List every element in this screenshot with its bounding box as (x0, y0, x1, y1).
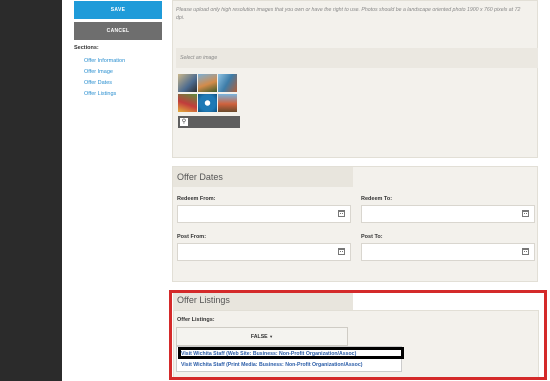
annotation-box (169, 290, 547, 380)
gallery-thumb[interactable] (218, 74, 237, 92)
post-from-label: Post From: (177, 234, 207, 240)
post-to-input[interactable] (361, 243, 535, 261)
zoom-icon[interactable]: ⚲ (180, 118, 188, 126)
sidebar-item-offer-dates[interactable]: Offer Dates (84, 80, 112, 86)
redeem-to-input[interactable] (361, 205, 535, 223)
sections-title: Sections: (74, 45, 99, 51)
sidebar-item-offer-information[interactable]: Offer Information (84, 58, 125, 64)
gallery-thumb[interactable] (178, 74, 197, 92)
offer-dates-heading: Offer Dates (173, 167, 353, 187)
redeem-from-label: Redeem From: (177, 196, 216, 202)
calendar-icon[interactable] (522, 210, 529, 217)
gallery-thumb[interactable] (198, 94, 217, 112)
redeem-to-label: Redeem To: (361, 196, 393, 202)
left-nav-strip (0, 0, 62, 381)
redeem-from-input[interactable] (177, 205, 351, 223)
calendar-icon[interactable] (522, 248, 529, 255)
gallery-thumb[interactable] (178, 94, 197, 112)
calendar-icon[interactable] (338, 210, 345, 217)
save-button[interactable]: SAVE (74, 1, 162, 19)
gallery-toolbar: ⚲ (178, 116, 240, 128)
select-image-bar[interactable]: Select an image (176, 48, 538, 68)
calendar-icon[interactable] (338, 248, 345, 255)
gallery-thumb[interactable] (198, 74, 217, 92)
post-from-input[interactable] (177, 243, 351, 261)
post-to-label: Post To: (361, 234, 383, 240)
gallery-thumb[interactable] (218, 94, 237, 112)
cancel-button[interactable]: CANCEL (74, 22, 162, 40)
sidebar-item-offer-listings[interactable]: Offer Listings (84, 91, 116, 97)
upload-note: Please upload only high resolution image… (176, 7, 521, 21)
sidebar-item-offer-image[interactable]: Offer Image (84, 69, 113, 75)
